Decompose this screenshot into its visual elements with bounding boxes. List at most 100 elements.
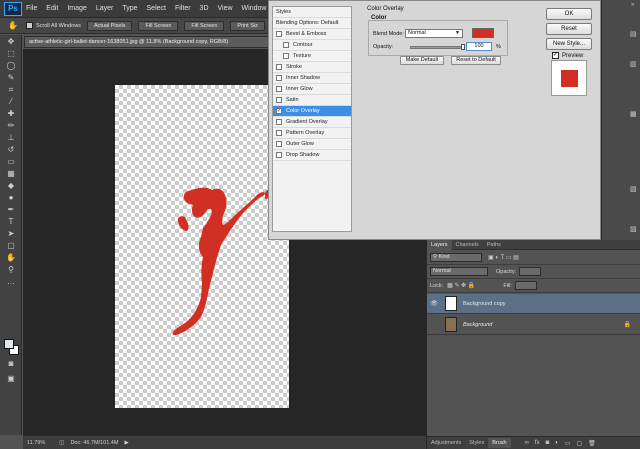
quick-select-tool-icon[interactable]: ✎ — [4, 72, 18, 83]
new-layer-icon[interactable]: ▢ — [577, 440, 583, 447]
style-item[interactable]: Contour — [273, 40, 351, 51]
new-style-button[interactable]: New Style... — [546, 38, 592, 50]
layer-row-background-copy[interactable]: 👁 Background copy — [427, 294, 640, 314]
menu-select[interactable]: Select — [147, 5, 166, 12]
tab-channels[interactable]: Channels — [452, 240, 483, 250]
tab-paths[interactable]: Paths — [483, 240, 505, 250]
fit-screen-button[interactable]: Fill Screen — [138, 20, 179, 31]
lasso-tool-icon[interactable]: ◯ — [4, 60, 18, 71]
style-item[interactable]: ✓ Color Overlay — [273, 106, 351, 117]
style-checkbox[interactable] — [276, 119, 282, 125]
style-item[interactable]: Stroke — [273, 62, 351, 73]
fx-icon[interactable]: fx — [535, 440, 540, 446]
style-checkbox[interactable]: ✓ — [276, 108, 282, 114]
marquee-tool-icon[interactable]: ⬚ — [4, 48, 18, 59]
menu-filter[interactable]: Filter — [175, 5, 191, 12]
more-tools-icon[interactable]: … — [4, 276, 18, 287]
style-checkbox[interactable] — [276, 86, 282, 92]
opacity-slider[interactable] — [410, 46, 463, 49]
reset-button[interactable]: Reset — [546, 23, 592, 35]
menu-window[interactable]: Window — [242, 5, 267, 12]
reset-to-default-button[interactable]: Reset to Default — [451, 56, 501, 65]
visibility-eye-icon[interactable]: 👁 — [429, 300, 439, 307]
style-item[interactable]: Inner Shadow — [273, 73, 351, 84]
gradient-tool-icon[interactable]: ▦ — [4, 168, 18, 179]
style-item[interactable]: Inner Glow — [273, 84, 351, 95]
menu-3d[interactable]: 3D — [200, 5, 209, 12]
info-icon[interactable]: ◫ — [59, 440, 64, 446]
style-checkbox[interactable] — [276, 75, 282, 81]
blur-tool-icon[interactable]: ◆ — [4, 180, 18, 191]
tab-adjustments[interactable]: Adjustments — [427, 438, 465, 448]
tab-brush[interactable]: Brush — [488, 438, 511, 448]
document-tab[interactable]: active-athletic-girl-ballet-dancer-16380… — [24, 36, 274, 48]
path-selection-tool-icon[interactable]: ➤ — [4, 228, 18, 239]
menu-type[interactable]: Type — [122, 5, 137, 12]
lock-icons[interactable]: ▦ ✎ ✥ 🔒 — [447, 282, 475, 289]
clone-stamp-tool-icon[interactable]: ⊥ — [4, 132, 18, 143]
healing-brush-tool-icon[interactable]: ✚ — [4, 108, 18, 119]
style-item[interactable]: Drop Shadow — [273, 150, 351, 161]
status-arrow-icon[interactable]: ▶ — [124, 440, 128, 446]
opacity-slider-thumb[interactable] — [461, 44, 465, 50]
layer-name[interactable]: Background — [463, 322, 492, 328]
adjustment-layer-icon[interactable]: ◐ — [555, 440, 559, 446]
pen-tool-icon[interactable]: ✒ — [4, 204, 18, 215]
panel-icon-2[interactable]: ▥ — [630, 60, 637, 68]
layer-name[interactable]: Background copy — [463, 301, 506, 307]
styles-header[interactable]: Styles — [273, 7, 351, 18]
screen-mode-icon[interactable]: ▣ — [4, 373, 18, 384]
panel-icon[interactable]: ▤ — [630, 30, 637, 38]
menu-view[interactable]: View — [218, 5, 233, 12]
blend-mode-select[interactable]: Normal ▼ — [405, 29, 463, 38]
zoom-tool-icon[interactable]: ⚲ — [4, 264, 18, 275]
style-item[interactable]: Bevel & Emboss — [273, 29, 351, 40]
layer-blend-select[interactable]: Normal — [430, 267, 488, 276]
opacity-input[interactable]: 100 — [466, 42, 492, 51]
style-item[interactable]: Gradient Overlay — [273, 117, 351, 128]
style-item[interactable]: Texture — [273, 51, 351, 62]
style-item[interactable]: Pattern Overlay — [273, 128, 351, 139]
actual-pixels-button[interactable]: Actual Pixels — [86, 20, 133, 31]
mask-icon[interactable]: ◙ — [546, 440, 550, 446]
dodge-tool-icon[interactable]: ● — [4, 192, 18, 203]
menu-image[interactable]: Image — [67, 5, 86, 12]
preview-toggle[interactable]: ✓ Preview — [552, 52, 583, 59]
hand-tool-icon[interactable]: ✋ — [4, 252, 18, 263]
trash-icon[interactable]: 🗑 — [588, 440, 596, 447]
style-checkbox[interactable] — [276, 130, 282, 136]
tab-styles[interactable]: Styles — [465, 438, 488, 448]
overlay-color-swatch[interactable] — [472, 28, 494, 38]
scroll-all-windows-checkbox[interactable] — [26, 22, 33, 29]
style-checkbox[interactable] — [276, 64, 282, 70]
zoom-level[interactable]: 11.79% — [27, 440, 45, 446]
ok-button[interactable]: OK — [546, 8, 592, 20]
collapse-icon[interactable]: » — [631, 2, 634, 8]
preview-checkbox[interactable]: ✓ — [552, 52, 559, 59]
quick-mask-icon[interactable]: ◙ — [4, 358, 18, 369]
print-size-button[interactable]: Print Siz — [230, 20, 265, 31]
crop-tool-icon[interactable]: ⌗ — [4, 84, 18, 95]
history-brush-tool-icon[interactable]: ↺ — [4, 144, 18, 155]
style-checkbox[interactable] — [276, 31, 282, 37]
tab-layers[interactable]: Layers — [427, 239, 452, 250]
layer-fill-input[interactable] — [514, 281, 537, 290]
style-item[interactable]: Outer Glow — [273, 139, 351, 150]
style-checkbox[interactable] — [283, 42, 289, 48]
type-tool-icon[interactable]: T — [4, 216, 18, 227]
filter-icons[interactable]: ▣ ◐ T ▭ ▤ — [488, 254, 519, 261]
panel-icon-4[interactable]: ▧ — [630, 185, 637, 193]
style-checkbox[interactable] — [283, 53, 289, 59]
style-item[interactable]: Satin — [273, 95, 351, 106]
layer-filter-select[interactable]: ⚲ Kind — [430, 253, 482, 262]
foreground-color-swatch[interactable] — [4, 339, 14, 349]
layer-row-background[interactable]: Background 🔒 — [427, 315, 640, 335]
panel-icon-5[interactable]: ▨ — [630, 225, 637, 233]
make-default-button[interactable]: Make Default — [400, 56, 444, 65]
style-checkbox[interactable] — [276, 141, 282, 147]
move-tool-icon[interactable]: ✥ — [4, 36, 18, 47]
group-folder-icon[interactable]: ▭ — [565, 440, 571, 447]
menu-file[interactable]: File — [26, 5, 37, 12]
style-checkbox[interactable] — [276, 152, 282, 158]
blending-options-item[interactable]: Blending Options: Default — [273, 18, 351, 29]
